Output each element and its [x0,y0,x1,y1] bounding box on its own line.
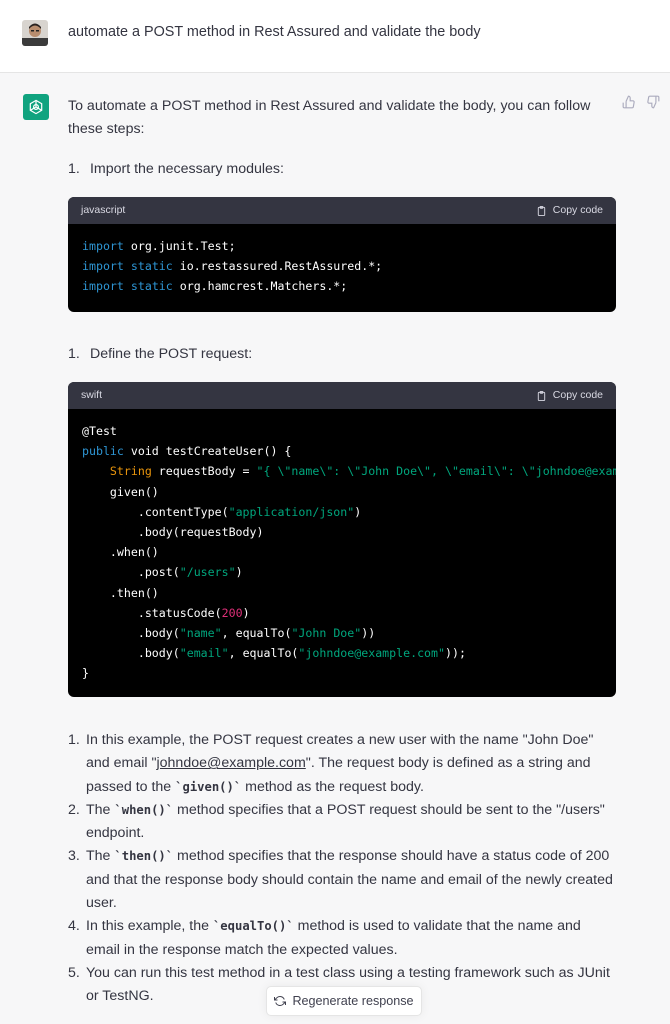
code-language: javascript [81,204,126,216]
step-import: 1. Import the necessary modules: [68,158,284,181]
refresh-icon [274,995,287,1007]
code-content: import org.junit.Test; import static io.r… [68,224,616,309]
step-label: Define the POST request: [89,346,253,362]
code-line: String requestBody = "{ \"name\": \"John… [109,464,616,479]
code-line: .statusCode(200) [82,605,250,620]
thumbs-down-icon[interactable] [646,95,660,109]
list-text: The `then()` method specifies that the r… [86,848,613,912]
code-block-header: javascript Copy code [68,197,616,224]
thumbs-up-icon[interactable] [622,95,636,109]
code-line: .contentType("application/json") [82,504,362,519]
list-number: 1. [68,732,80,748]
code-line: .then() [82,585,159,600]
regenerate-label: Regenerate response [292,994,414,1008]
list-text: In this example, the POST request create… [86,732,594,795]
code-language: swift [81,389,102,401]
copy-code-label: Copy code [552,389,603,401]
list-item: 3. The `then()` method specifies that the… [68,845,616,915]
inline-code: `equalTo()` [212,919,294,934]
copy-code-button[interactable]: Copy code [536,384,603,407]
code-line: .body("email", equalTo("johndoe@example.… [82,646,466,661]
code-line: given() [82,484,159,499]
step-define: 1. Define the POST request: [68,343,252,366]
code-block-imports: javascript Copy code import org.junit.Te… [68,197,616,312]
list-number: 3. [68,848,80,865]
assistant-intro: To automate a POST method in Rest Assure… [68,98,591,137]
copy-code-button[interactable]: Copy code [536,199,603,222]
list-number: 2. [68,801,80,818]
clipboard-icon [537,205,545,216]
assistant-content: To automate a POST method in Rest Assure… [68,95,616,1004]
code-line: public void testCreateUser() { [82,444,292,459]
list-text: In this example, the `equalTo()` method … [86,918,581,958]
code-line: } [82,666,89,681]
regenerate-response-button[interactable]: Regenerate response [266,986,422,1016]
list-item: 1. In this example, the POST request crea… [68,729,616,799]
inline-code: `when()` [114,802,174,817]
code-line: .body("name", equalTo("John Doe")) [82,626,376,641]
code-line: import static io.restassured.RestAssured… [82,259,383,274]
step-label: Import the necessary modules: [89,161,284,177]
code-line: import org.junit.Test; [82,239,236,253]
copy-code-label: Copy code [552,204,603,216]
inline-code: `then()` [114,849,174,864]
assistant-message-row: To automate a POST method in Rest Assure… [0,73,670,1024]
list-number: 4. [68,918,80,935]
step-number: 1. [68,161,80,177]
list-item: 2. The `when()` method specifies that a P… [68,799,616,846]
code-content: @Test public void testCreateUser() { Stri… [68,409,616,696]
code-line: @Test [82,424,117,438]
user-avatar [22,20,48,46]
inline-code: `given()` [175,779,242,794]
feedback-controls [622,95,660,109]
code-line: import static org.hamcrest.Matchers.*; [82,279,348,294]
code-line: .when() [82,545,159,560]
clipboard-icon [537,390,545,401]
code-line: .body(requestBody) [82,525,264,540]
explanation-list: 1. In this example, the POST request crea… [68,729,616,1009]
list-number: 5. [68,964,80,981]
user-message-row: automate a POST method in Rest Assured a… [0,0,670,73]
list-item: 4. In this example, the `equalTo()` metho… [68,915,616,962]
step-number: 1. [68,346,80,362]
openai-logo-icon [23,94,49,120]
code-block-header: swift Copy code [68,382,616,409]
list-text: The `when()` method specifies that a POS… [86,801,605,842]
user-prompt: automate a POST method in Rest Assured a… [68,24,481,40]
code-line: .post("/users") [82,565,243,580]
code-block-test-method: swift Copy code @Test public void testCre… [68,382,616,697]
email-link[interactable]: johndoe@example.com [157,755,306,771]
